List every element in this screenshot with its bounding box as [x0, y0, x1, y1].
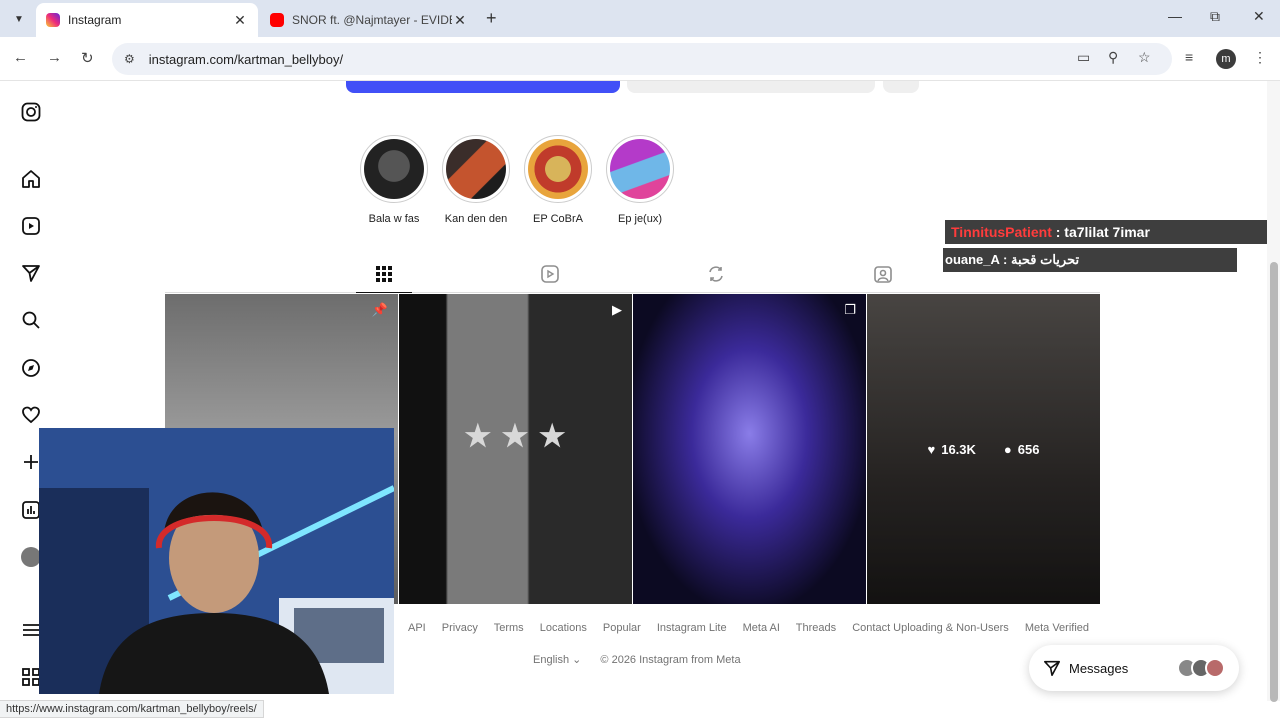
- reposts-tab-icon[interactable]: [705, 263, 727, 285]
- footer-link[interactable]: Meta Verified: [1025, 622, 1089, 634]
- highlight-label: Kan den den: [444, 213, 508, 225]
- footer-link[interactable]: Privacy: [442, 622, 478, 634]
- reels-tab-icon[interactable]: [539, 263, 561, 285]
- highlight-label: Ep je(ux): [617, 213, 663, 225]
- messages-label: Messages: [1069, 660, 1129, 676]
- highlight-item[interactable]: EP CoBrA: [518, 135, 598, 225]
- site-info-icon[interactable]: ⚙: [124, 52, 135, 66]
- copyright: © 2026 Instagram from Meta: [600, 654, 741, 666]
- tab-strip: ▼ Instagram ✕ SNOR ft. @Najmtayer - EVID…: [0, 0, 1280, 37]
- tagged-tab-icon[interactable]: [872, 263, 894, 285]
- highlight-label: EP CoBrA: [533, 213, 583, 225]
- footer-links: API Privacy Terms Locations Popular Inst…: [408, 622, 1102, 634]
- footer-link[interactable]: API: [408, 622, 426, 634]
- direct-messages-icon: [1043, 660, 1061, 677]
- highlight-cover: [528, 139, 588, 199]
- highlight-item[interactable]: Ep je(ux): [600, 135, 680, 225]
- tab-divider: [165, 292, 1100, 293]
- minimize-button[interactable]: —: [1168, 8, 1182, 24]
- instagram-favicon-icon: [46, 13, 60, 27]
- footer-link[interactable]: Contact Uploading & Non-Users: [852, 622, 1009, 634]
- post-graphic: ★ ★ ★: [464, 420, 567, 453]
- footer-link[interactable]: Terms: [494, 622, 524, 634]
- footer-link[interactable]: Locations: [540, 622, 587, 634]
- highlight-cover: [364, 139, 424, 199]
- new-tab-button[interactable]: +: [486, 8, 497, 29]
- posts-grid-icon[interactable]: [373, 263, 395, 285]
- post-tile[interactable]: ★ ★ ★ ▶: [399, 294, 632, 604]
- chat-text: : ta7lilat 7imar: [1051, 224, 1150, 240]
- bookmark-star-icon[interactable]: ☆: [1138, 49, 1151, 66]
- footer-link[interactable]: Threads: [796, 622, 836, 634]
- footer-link[interactable]: Instagram Lite: [657, 622, 727, 634]
- highlight-item[interactable]: Kan den den: [436, 135, 516, 225]
- tab-title: Instagram: [68, 13, 122, 27]
- chevron-down-icon: ⌄: [572, 654, 582, 666]
- close-tab-icon[interactable]: ✕: [452, 12, 468, 29]
- chat-message: ouane_A : تحريات قحبة: [943, 248, 1237, 272]
- link-status-bar: https://www.instagram.com/kartman_bellyb…: [0, 700, 264, 718]
- chat-username: TinnitusPatient: [951, 224, 1052, 240]
- tab-instagram[interactable]: Instagram ✕: [36, 3, 258, 37]
- active-tab-indicator: [356, 292, 412, 293]
- post-hover-stats: ♥ 16.3K ● 656: [867, 294, 1100, 604]
- chat-message: TinnitusPatient : ta7lilat 7imar: [945, 220, 1279, 244]
- zoom-icon[interactable]: ⚲: [1108, 49, 1118, 66]
- highlight-label: Bala w fas: [368, 213, 420, 225]
- footer-link[interactable]: Popular: [603, 622, 641, 634]
- suggested-button[interactable]: [883, 81, 919, 93]
- language-label: English: [533, 654, 570, 666]
- home-icon[interactable]: [20, 168, 42, 190]
- highlight-cover: [610, 139, 670, 199]
- avatar: [1205, 658, 1225, 678]
- chat-text: ouane_A : تحريات قحبة: [945, 252, 1080, 267]
- close-tab-icon[interactable]: ✕: [232, 12, 248, 29]
- comments-count: ● 656: [1003, 441, 1040, 457]
- post-tile[interactable]: ♥ 16.3K ● 656: [867, 294, 1100, 604]
- profile-avatar[interactable]: m: [1216, 49, 1236, 69]
- toolbar: ← → ↻ ⚙ instagram.com/kartman_bellyboy/ …: [0, 37, 1280, 81]
- tab-search-button[interactable]: ▼: [8, 8, 30, 30]
- webcam-overlay: [39, 428, 394, 694]
- youtube-favicon-icon: [270, 13, 284, 27]
- browser-menu-icon[interactable]: ⋮: [1253, 49, 1267, 66]
- follow-button[interactable]: [346, 81, 620, 93]
- pin-icon: 📌: [371, 302, 388, 317]
- notifications-heart-icon[interactable]: [20, 404, 42, 426]
- highlight-cover: [446, 139, 506, 199]
- reload-button[interactable]: ↻: [81, 49, 94, 67]
- close-window-button[interactable]: ✕: [1253, 8, 1265, 25]
- restore-button[interactable]: ⧉: [1210, 8, 1220, 25]
- language-select[interactable]: English ⌄: [533, 654, 581, 666]
- install-app-icon[interactable]: ▭: [1077, 49, 1090, 66]
- scrollbar-thumb[interactable]: [1270, 262, 1278, 702]
- url-text[interactable]: instagram.com/kartman_bellyboy/: [149, 52, 343, 67]
- reel-icon: ▶: [612, 302, 622, 317]
- media-controls-icon[interactable]: ≡: [1185, 49, 1193, 65]
- instagram-logo-icon[interactable]: [20, 101, 42, 123]
- carousel-icon: ❐: [844, 302, 856, 317]
- message-button[interactable]: [627, 81, 875, 93]
- forward-button[interactable]: →: [47, 49, 62, 66]
- tab-title: SNOR ft. @Najmtayer - EVIDEM: [292, 13, 452, 27]
- search-icon[interactable]: [20, 309, 42, 331]
- footer-link[interactable]: Meta AI: [743, 622, 780, 634]
- post-tile[interactable]: ❐: [633, 294, 866, 604]
- highlight-item[interactable]: Bala w fas: [354, 135, 434, 225]
- reels-icon[interactable]: [20, 215, 42, 237]
- tab-youtube[interactable]: SNOR ft. @Najmtayer - EVIDEM ✕: [260, 3, 478, 37]
- explore-icon[interactable]: [20, 357, 42, 379]
- direct-messages-icon[interactable]: [20, 262, 42, 284]
- messages-button[interactable]: Messages: [1029, 645, 1239, 691]
- footer-meta: English ⌄ © 2026 Instagram from Meta: [533, 653, 757, 666]
- address-bar[interactable]: ⚙ instagram.com/kartman_bellyboy/: [112, 43, 1172, 75]
- likes-count: ♥ 16.3K: [927, 441, 976, 457]
- back-button[interactable]: ←: [13, 49, 28, 66]
